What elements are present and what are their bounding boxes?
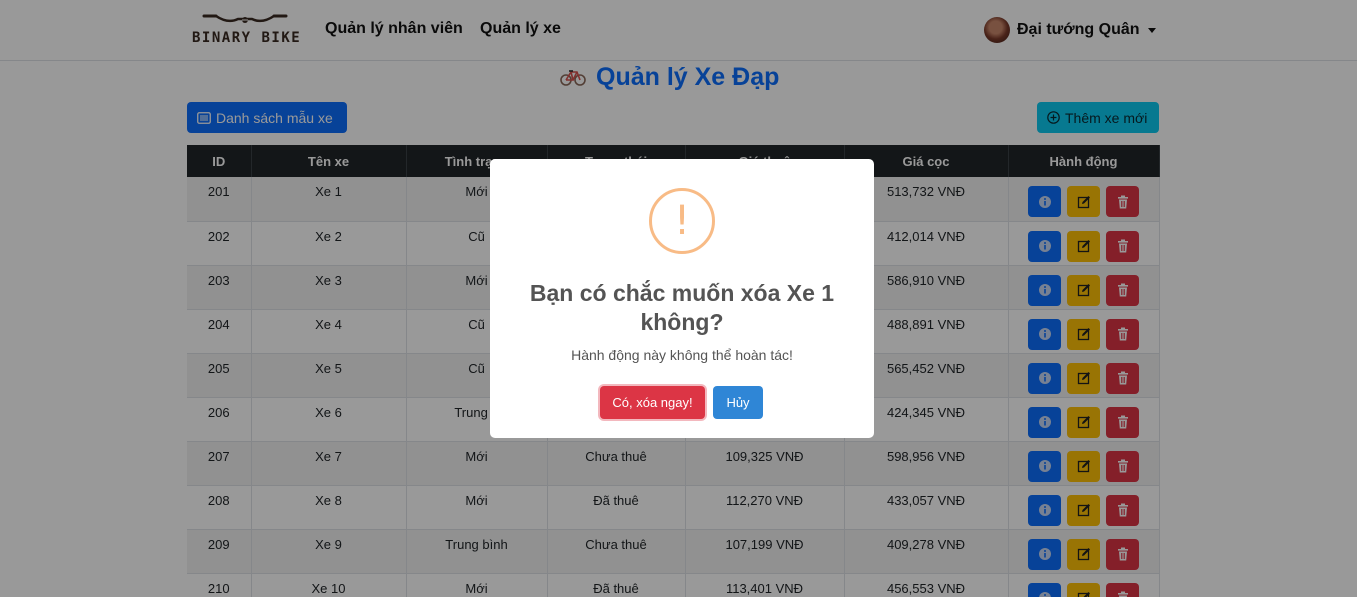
dialog-message: Hành động này không thể hoàn tác!: [571, 347, 793, 363]
cancel-button[interactable]: Hủy: [713, 386, 763, 419]
warning-icon: !: [649, 188, 715, 254]
dialog-title: Bạn có chắc muốn xóa Xe 1 không?: [529, 280, 835, 335]
confirm-delete-button[interactable]: Có, xóa ngay!: [600, 386, 705, 419]
